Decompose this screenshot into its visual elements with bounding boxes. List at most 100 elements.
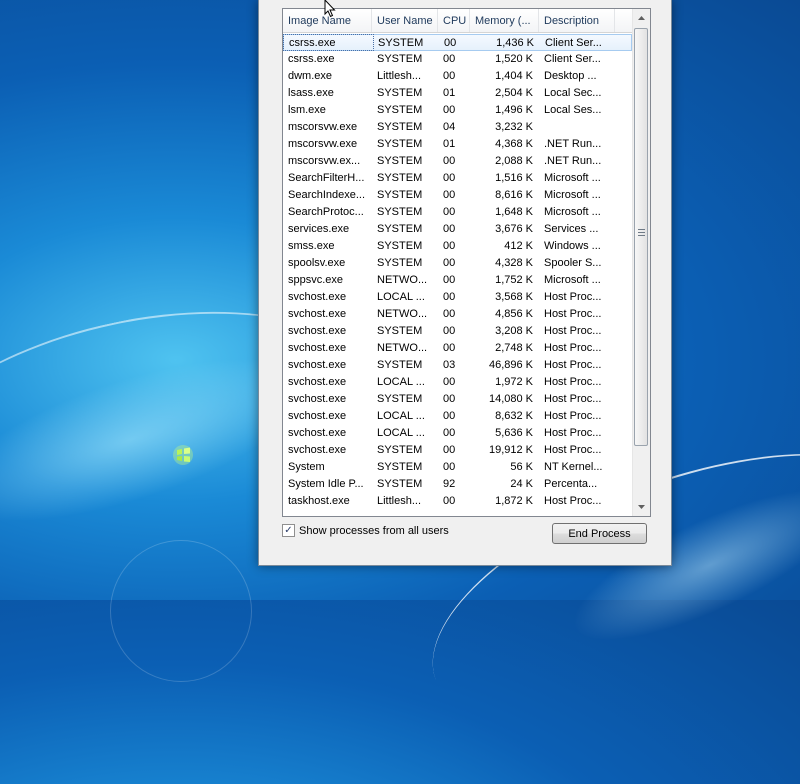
process-row[interactable]: SearchIndexe... SYSTEM 00 8,616 K Microsoft …	[283, 187, 632, 204]
process-description: Host Proc...	[544, 495, 602, 507]
process-row[interactable]: dwm.exe Littlesh... 00 1,404 K Desktop ...	[283, 68, 632, 85]
process-memory: 14,080 K	[488, 393, 533, 405]
wallpaper-circle	[110, 540, 252, 682]
scrollbar-thumb[interactable]	[634, 28, 648, 446]
process-user-name: Littlesh...	[377, 70, 422, 82]
process-memory: 412 K	[504, 240, 533, 252]
process-row[interactable]: services.exe SYSTEM 00 3,676 K Services ...	[283, 221, 632, 238]
process-row[interactable]: svchost.exe LOCAL ... 00 8,632 K Host Proc..…	[283, 408, 632, 425]
process-row[interactable]: svchost.exe LOCAL ... 00 5,636 K Host Proc..…	[283, 425, 632, 442]
process-cpu: 00	[443, 461, 456, 473]
process-memory: 1,752 K	[495, 274, 533, 286]
process-cpu: 00	[443, 206, 456, 218]
scroll-up-icon[interactable]	[634, 10, 649, 26]
process-user-name: Littlesh...	[377, 495, 422, 507]
process-description: Host Proc...	[544, 410, 602, 422]
show-all-users-label[interactable]: Show processes from all users	[299, 525, 449, 537]
process-user-name: SYSTEM	[377, 444, 423, 456]
process-row[interactable]: csrss.exe SYSTEM 00 1,520 K Client Ser...	[283, 51, 632, 68]
process-description: Local Ses...	[544, 104, 602, 116]
process-row[interactable]: svchost.exe SYSTEM 00 14,080 K Host Proc...	[283, 391, 632, 408]
process-description: Host Proc...	[544, 376, 602, 388]
column-header-memory[interactable]: Memory (...	[470, 9, 539, 32]
process-description: Host Proc...	[544, 359, 602, 371]
process-description	[539, 119, 615, 136]
process-image-name: smss.exe	[288, 240, 335, 252]
scroll-down-icon[interactable]	[634, 499, 649, 515]
show-all-users-option[interactable]: ✓ Show processes from all users	[282, 524, 449, 537]
process-image-name: svchost.exe	[288, 376, 347, 388]
process-row[interactable]: svchost.exe LOCAL ... 00 1,972 K Host Proc..…	[283, 374, 632, 391]
process-image-name: services.exe	[288, 223, 350, 235]
process-cpu: 00	[443, 223, 456, 235]
process-row[interactable]: mscorsvw.ex... SYSTEM 00 2,088 K .NET Run...	[283, 153, 632, 170]
process-row[interactable]: svchost.exe NETWO... 00 4,856 K Host Proc...	[283, 306, 632, 323]
process-row[interactable]: svchost.exe SYSTEM 03 46,896 K Host Proc...	[283, 357, 632, 374]
process-row[interactable]: smss.exe SYSTEM 00 412 K Windows ...	[283, 238, 632, 255]
process-user-name: SYSTEM	[377, 257, 423, 269]
process-row[interactable]: System SYSTEM 00 56 K NT Kernel...	[283, 459, 632, 476]
process-image-name: svchost.exe	[288, 291, 347, 303]
process-cpu: 92	[443, 478, 456, 490]
process-user-name: SYSTEM	[377, 206, 423, 218]
process-row[interactable]: SearchProtoc... SYSTEM 00 1,648 K Microsoft …	[283, 204, 632, 221]
process-cpu: 00	[444, 37, 457, 49]
checkmark-icon: ✓	[284, 524, 293, 536]
process-user-name: SYSTEM	[377, 393, 423, 405]
process-user-name: SYSTEM	[377, 138, 423, 150]
process-image-name: svchost.exe	[288, 410, 347, 422]
process-row[interactable]: sppsvc.exe NETWO... 00 1,752 K Microsoft ...	[283, 272, 632, 289]
process-user-name: SYSTEM	[377, 461, 423, 473]
process-description: Host Proc...	[544, 291, 602, 303]
process-row[interactable]: spoolsv.exe SYSTEM 00 4,328 K Spooler S...	[283, 255, 632, 272]
process-image-name: sppsvc.exe	[288, 274, 344, 286]
process-row[interactable]: System Idle P... SYSTEM 92 24 K Percenta...	[283, 476, 632, 493]
process-memory: 4,328 K	[495, 257, 533, 269]
process-cpu: 00	[443, 70, 456, 82]
process-row[interactable]: csrss.exe SYSTEM 00 1,436 K Client Ser...	[283, 34, 632, 51]
process-row[interactable]: svchost.exe LOCAL ... 00 3,568 K Host Proc..…	[283, 289, 632, 306]
process-user-name: SYSTEM	[377, 223, 423, 235]
process-description: Percenta...	[544, 478, 598, 490]
column-header-description[interactable]: Description	[539, 9, 615, 32]
process-image-name: svchost.exe	[288, 444, 347, 456]
process-row[interactable]: lsm.exe SYSTEM 00 1,496 K Local Ses...	[283, 102, 632, 119]
process-description: Host Proc...	[544, 325, 602, 337]
process-cpu: 00	[443, 342, 456, 354]
process-cpu: 01	[443, 87, 456, 99]
process-user-name: SYSTEM	[377, 87, 423, 99]
process-row[interactable]: taskhost.exe Littlesh... 00 1,872 K Host Pro…	[283, 493, 632, 510]
process-row[interactable]: mscorsvw.exe SYSTEM 01 4,368 K .NET Run...	[283, 136, 632, 153]
process-memory: 2,748 K	[495, 342, 533, 354]
column-header-cpu[interactable]: CPU	[438, 9, 470, 32]
process-row[interactable]: svchost.exe NETWO... 00 2,748 K Host Proc...	[283, 340, 632, 357]
process-memory: 1,496 K	[495, 104, 533, 116]
process-cpu: 00	[443, 393, 456, 405]
process-memory: 1,436 K	[496, 37, 534, 49]
show-all-users-checkbox[interactable]: ✓	[282, 524, 295, 537]
process-row[interactable]: svchost.exe SYSTEM 00 19,912 K Host Proc...	[283, 442, 632, 459]
process-description: Services ...	[544, 223, 599, 235]
process-image-name: svchost.exe	[288, 325, 347, 337]
process-memory: 3,232 K	[495, 121, 533, 133]
process-image-name: mscorsvw.ex...	[288, 155, 361, 167]
process-image-name: mscorsvw.exe	[288, 121, 358, 133]
process-row[interactable]: lsass.exe SYSTEM 01 2,504 K Local Sec...	[283, 85, 632, 102]
process-description: Microsoft ...	[544, 189, 601, 201]
process-row[interactable]: mscorsvw.exe SYSTEM 04 3,232 K	[283, 119, 632, 136]
process-row[interactable]: SearchFilterH... SYSTEM 00 1,516 K Microsoft…	[283, 170, 632, 187]
process-memory: 3,676 K	[495, 223, 533, 235]
process-image-name: SearchFilterH...	[288, 172, 365, 184]
process-cpu: 00	[443, 291, 456, 303]
process-cpu: 00	[443, 444, 456, 456]
end-process-button[interactable]: End Process	[552, 523, 647, 544]
process-cpu: 00	[443, 53, 456, 65]
wallpaper-windows-logo	[173, 445, 193, 465]
process-row[interactable]: svchost.exe SYSTEM 00 3,208 K Host Proc...	[283, 323, 632, 340]
process-list[interactable]: Image Name User Name CPU Memory (... Des…	[282, 8, 651, 517]
vertical-scrollbar[interactable]	[632, 9, 650, 516]
process-cpu: 01	[443, 138, 456, 150]
process-memory: 4,368 K	[495, 138, 533, 150]
process-image-name: svchost.exe	[288, 359, 347, 371]
column-header-user-name[interactable]: User Name	[372, 9, 438, 32]
